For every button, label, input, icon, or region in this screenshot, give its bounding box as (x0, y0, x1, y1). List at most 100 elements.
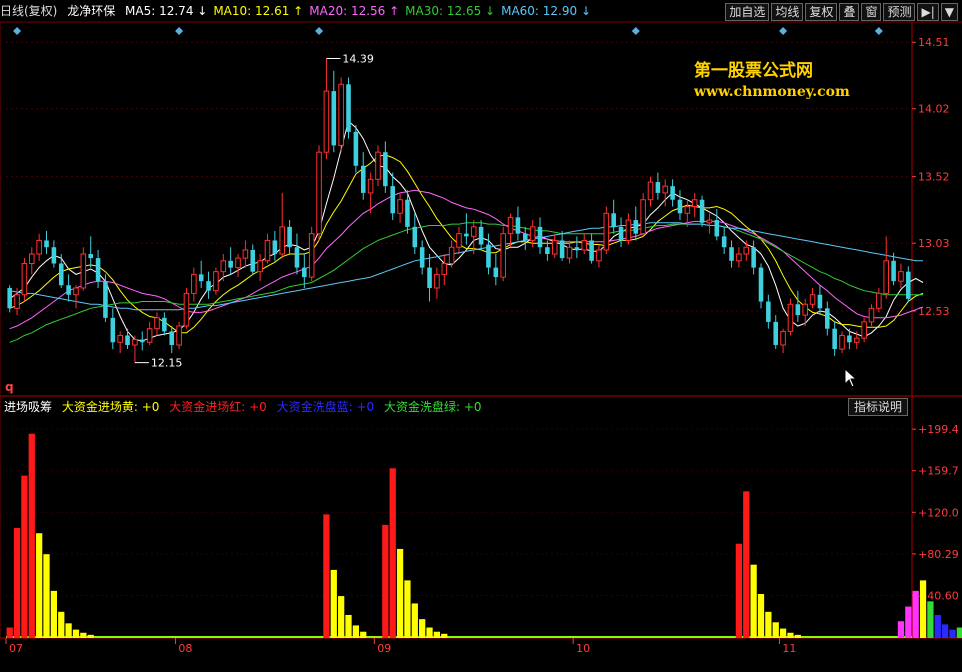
indicator-bar (345, 614, 352, 638)
candle-body (264, 239, 271, 262)
candle-body (758, 267, 764, 302)
signal-diamond-icon (175, 27, 184, 35)
candle-body (832, 328, 837, 350)
candle-body (353, 131, 359, 166)
candle-body (773, 321, 779, 345)
indicator-bar (50, 590, 58, 638)
candle-body (891, 260, 896, 282)
candle-body (655, 182, 661, 193)
indicator-bar (433, 631, 441, 638)
candle-body (464, 233, 469, 237)
candle-body (847, 335, 852, 343)
candle-body (427, 267, 432, 288)
candle-body (272, 240, 278, 255)
candle-body (486, 244, 491, 268)
candle-body (589, 240, 594, 261)
candle-body (58, 263, 64, 286)
candle-body (36, 239, 42, 255)
candle-body (751, 247, 756, 268)
x-tick-label: 08 (178, 642, 192, 655)
candle-body (51, 247, 57, 264)
candle-body (448, 246, 455, 265)
candle-body (419, 247, 425, 268)
indicator-bar (735, 543, 743, 638)
candle-body (523, 233, 528, 241)
legend-green: 大资金洗盘绿: +0 (384, 400, 482, 414)
indicator-bar (441, 633, 448, 638)
candle-body (699, 199, 705, 223)
candle-body (235, 257, 241, 269)
candle-body (21, 263, 28, 296)
candle-body (839, 334, 845, 350)
indicator-explain-button[interactable]: 指标说明 (848, 398, 908, 416)
candle-body (780, 330, 786, 346)
indicator-bar (743, 491, 750, 638)
candle-body (618, 226, 624, 241)
candle-body (809, 294, 816, 305)
candle-body (611, 213, 616, 227)
indicator-bar (772, 622, 779, 638)
candle-body (566, 246, 573, 259)
y-tick-label: 14.02 (918, 103, 950, 116)
candle-body (220, 260, 227, 273)
candle-body (559, 240, 565, 259)
indicator-name: 进场吸筹 (4, 400, 53, 414)
signal-diamond-icon (874, 27, 883, 35)
candle-body (125, 335, 130, 345)
indicator-bar (779, 628, 787, 638)
candle-body (367, 178, 374, 194)
indicator-bar (927, 601, 934, 638)
candle-body (670, 186, 675, 200)
candle-body (640, 199, 646, 235)
candle-body (66, 285, 71, 295)
indicator-bar (323, 514, 330, 638)
annotation-label: 12.15 (151, 357, 183, 370)
candle-body (198, 274, 204, 282)
candle-body (721, 236, 727, 248)
candle-body (545, 247, 550, 255)
indicator-bar (389, 468, 396, 638)
q-marker: q (5, 380, 14, 394)
candle-body (515, 217, 521, 234)
candle-body (117, 334, 123, 343)
candle-body (213, 271, 219, 292)
indicator-bar (934, 614, 941, 638)
candle-body (383, 152, 388, 187)
indicator-bar (58, 611, 65, 638)
chart-canvas: 14.5114.0213.5213.0312.5314.3912.15+40.6… (0, 21, 962, 655)
indicator-bar (949, 629, 956, 638)
candle-body (633, 220, 639, 234)
indicator-bar (382, 524, 389, 638)
indicator-bar (6, 627, 13, 638)
signal-diamond-icon (779, 27, 788, 35)
candle-body (493, 267, 499, 278)
indicator-bar (43, 554, 50, 638)
indicator-bar (65, 623, 72, 638)
candle-body (405, 199, 410, 227)
candle-body (250, 249, 256, 272)
candle-body (139, 339, 145, 343)
candle-body (906, 271, 911, 299)
candle-body (706, 219, 713, 224)
candle-body (766, 301, 771, 322)
candle-body (206, 281, 211, 291)
candle-body (287, 226, 292, 248)
x-tick-label: 07 (9, 642, 23, 655)
candle-body (191, 273, 197, 294)
candle-body (714, 220, 720, 237)
legend-yellow: 大资金进场黄: +0 (61, 400, 160, 414)
indicator-bar (905, 606, 912, 638)
candle-body (551, 239, 558, 255)
legend-blue: 大资金洗盘蓝: +0 (276, 400, 375, 414)
candle-body (375, 151, 381, 180)
candle-body (397, 199, 403, 214)
sub-y-tick-label: +80.29 (918, 548, 959, 561)
candle-body (817, 294, 823, 309)
candle-body (787, 303, 794, 332)
candle-body (346, 84, 351, 132)
candle-body (691, 199, 698, 207)
indicator-bar (787, 632, 794, 638)
candle-body (596, 249, 602, 262)
x-tick-label: 10 (576, 642, 590, 655)
indicator-bar (360, 631, 367, 638)
